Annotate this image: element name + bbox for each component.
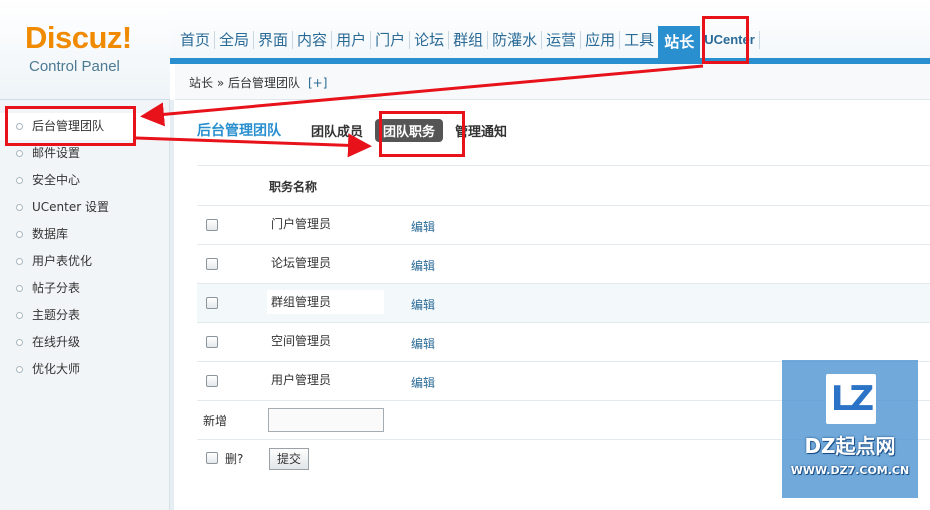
sidebar-item-online-upgrade[interactable]: 在线升级 [0,329,170,356]
sidebar-item-database[interactable]: 数据库 [0,221,170,248]
sidebar-item-ucenter-settings[interactable]: UCenter 设置 [0,194,170,221]
breadcrumb: 站长 » 后台管理团队 [+] [189,74,327,91]
bullet-icon [16,123,23,130]
breadcrumb-text: 站长 » 后台管理团队 [189,76,300,90]
edit-link[interactable]: 编辑 [411,296,435,313]
divider [197,165,930,166]
sidebar-item-security[interactable]: 安全中心 [0,167,170,194]
bullet-icon [16,258,23,265]
nav-content[interactable]: 内容 [293,26,331,54]
sidebar-item-label: 优化大师 [32,362,81,376]
sidebar-item-label: 主题分表 [32,308,81,322]
bullet-icon [16,366,23,373]
breadcrumb-add-link[interactable]: [+] [308,76,327,90]
sidebar-item-label: 数据库 [32,227,69,241]
logo-area: Discuz! Control Panel [0,0,170,100]
tab-bar: 后台管理团队 团队成员 团队职务 管理通知 [197,118,519,142]
tab-admin-notice[interactable]: 管理通知 [455,121,507,140]
sidebar-item-optimizer[interactable]: 优化大师 [0,356,170,383]
bullet-icon [16,204,23,211]
watermark-logo-text: LZ [830,379,874,419]
row-checkbox[interactable] [206,297,218,309]
add-label: 新增 [203,414,228,428]
edit-link[interactable]: 编辑 [411,218,435,235]
table-row: 群组管理员 编辑 [197,284,930,323]
nav-separator [758,31,760,49]
nav-anti-spam[interactable]: 防灌水 [488,26,541,54]
nav-apps[interactable]: 应用 [581,26,619,54]
row-checkbox[interactable] [206,375,218,387]
sidebar-item-thread-split[interactable]: 主题分表 [0,302,170,329]
new-duty-input[interactable] [268,408,384,432]
logo-exclaim: ! [121,20,132,55]
watermark-url: WWW.DZ7.COM.CN [790,464,910,477]
nav-global[interactable]: 全局 [215,26,253,54]
bullet-icon [16,177,23,184]
table-row: 论坛管理员 编辑 [197,245,930,284]
nav-interface[interactable]: 界面 [254,26,292,54]
duty-name[interactable]: 门户管理员 [267,212,384,236]
discuz-logo[interactable]: Discuz! [25,20,132,56]
row-checkbox[interactable] [206,219,218,231]
bullet-icon [16,231,23,238]
row-checkbox[interactable] [206,336,218,348]
nav-operations[interactable]: 运营 [542,26,580,54]
delete-checkbox[interactable] [206,452,218,464]
submit-button[interactable]: 提交 [269,448,309,470]
logo-brand: Discuz [25,20,122,55]
column-header-duty-name: 职务名称 [269,180,318,194]
nav-home[interactable]: 首页 [176,26,214,54]
nav-ucenter[interactable]: UCenter [700,26,759,54]
bullet-icon [16,339,23,346]
table-row: 门户管理员 编辑 [197,206,930,245]
sidebar-item-post-split[interactable]: 帖子分表 [0,275,170,302]
site-watermark: LZ DZ起点网 WWW.DZ7.COM.CN [782,360,918,498]
nav-webmaster[interactable]: 站长 [658,26,701,62]
table-row: 空间管理员 编辑 [197,323,930,362]
sidebar-item-label: 在线升级 [32,335,81,349]
sidebar-item-label: 用户表优化 [32,254,93,268]
sidebar-item-label: 帖子分表 [32,281,81,295]
sidebar-item-label: 邮件设置 [32,146,81,160]
bullet-icon [16,150,23,157]
sidebar-item-admin-team[interactable]: 后台管理团队 [0,113,170,140]
breadcrumb-bar: 站长 » 后台管理团队 [+] [175,64,930,100]
page-title: 后台管理团队 [197,123,281,139]
duty-name[interactable]: 空间管理员 [267,329,384,353]
bullet-icon [16,312,23,319]
sidebar-item-label: 后台管理团队 [32,119,105,133]
watermark-logo: LZ [826,374,876,424]
nav-users[interactable]: 用户 [332,26,370,54]
sidebar-item-label: 安全中心 [32,173,81,187]
edit-link[interactable]: 编辑 [411,374,435,391]
bullet-icon [16,285,23,292]
tab-team-duties[interactable]: 团队职务 [375,118,444,142]
sidebar-item-user-table[interactable]: 用户表优化 [0,248,170,275]
sidebar: 后台管理团队 邮件设置 安全中心 UCenter 设置 数据库 用户表优化 帖子… [0,100,174,510]
nav-portal[interactable]: 门户 [371,26,409,54]
tab-team-members[interactable]: 团队成员 [311,121,363,140]
duty-name[interactable]: 论坛管理员 [267,251,384,275]
sidebar-item-label: UCenter 设置 [32,200,109,214]
delete-label: 删? [225,452,244,466]
logo-subtitle: Control Panel [29,58,120,75]
edit-link[interactable]: 编辑 [411,335,435,352]
row-checkbox[interactable] [206,258,218,270]
nav-groups[interactable]: 群组 [449,26,487,54]
sidebar-item-mail[interactable]: 邮件设置 [0,140,170,167]
watermark-title: DZ起点网 [804,434,896,458]
duty-name[interactable]: 群组管理员 [267,290,384,314]
nav-forum[interactable]: 论坛 [410,26,448,54]
main-nav: 首页 全局 界面 内容 用户 门户 论坛 群组 防灌水 运营 应用 工具 站长 … [176,26,760,62]
edit-link[interactable]: 编辑 [411,257,435,274]
nav-tools[interactable]: 工具 [620,26,658,54]
duty-name[interactable]: 用户管理员 [267,368,384,392]
